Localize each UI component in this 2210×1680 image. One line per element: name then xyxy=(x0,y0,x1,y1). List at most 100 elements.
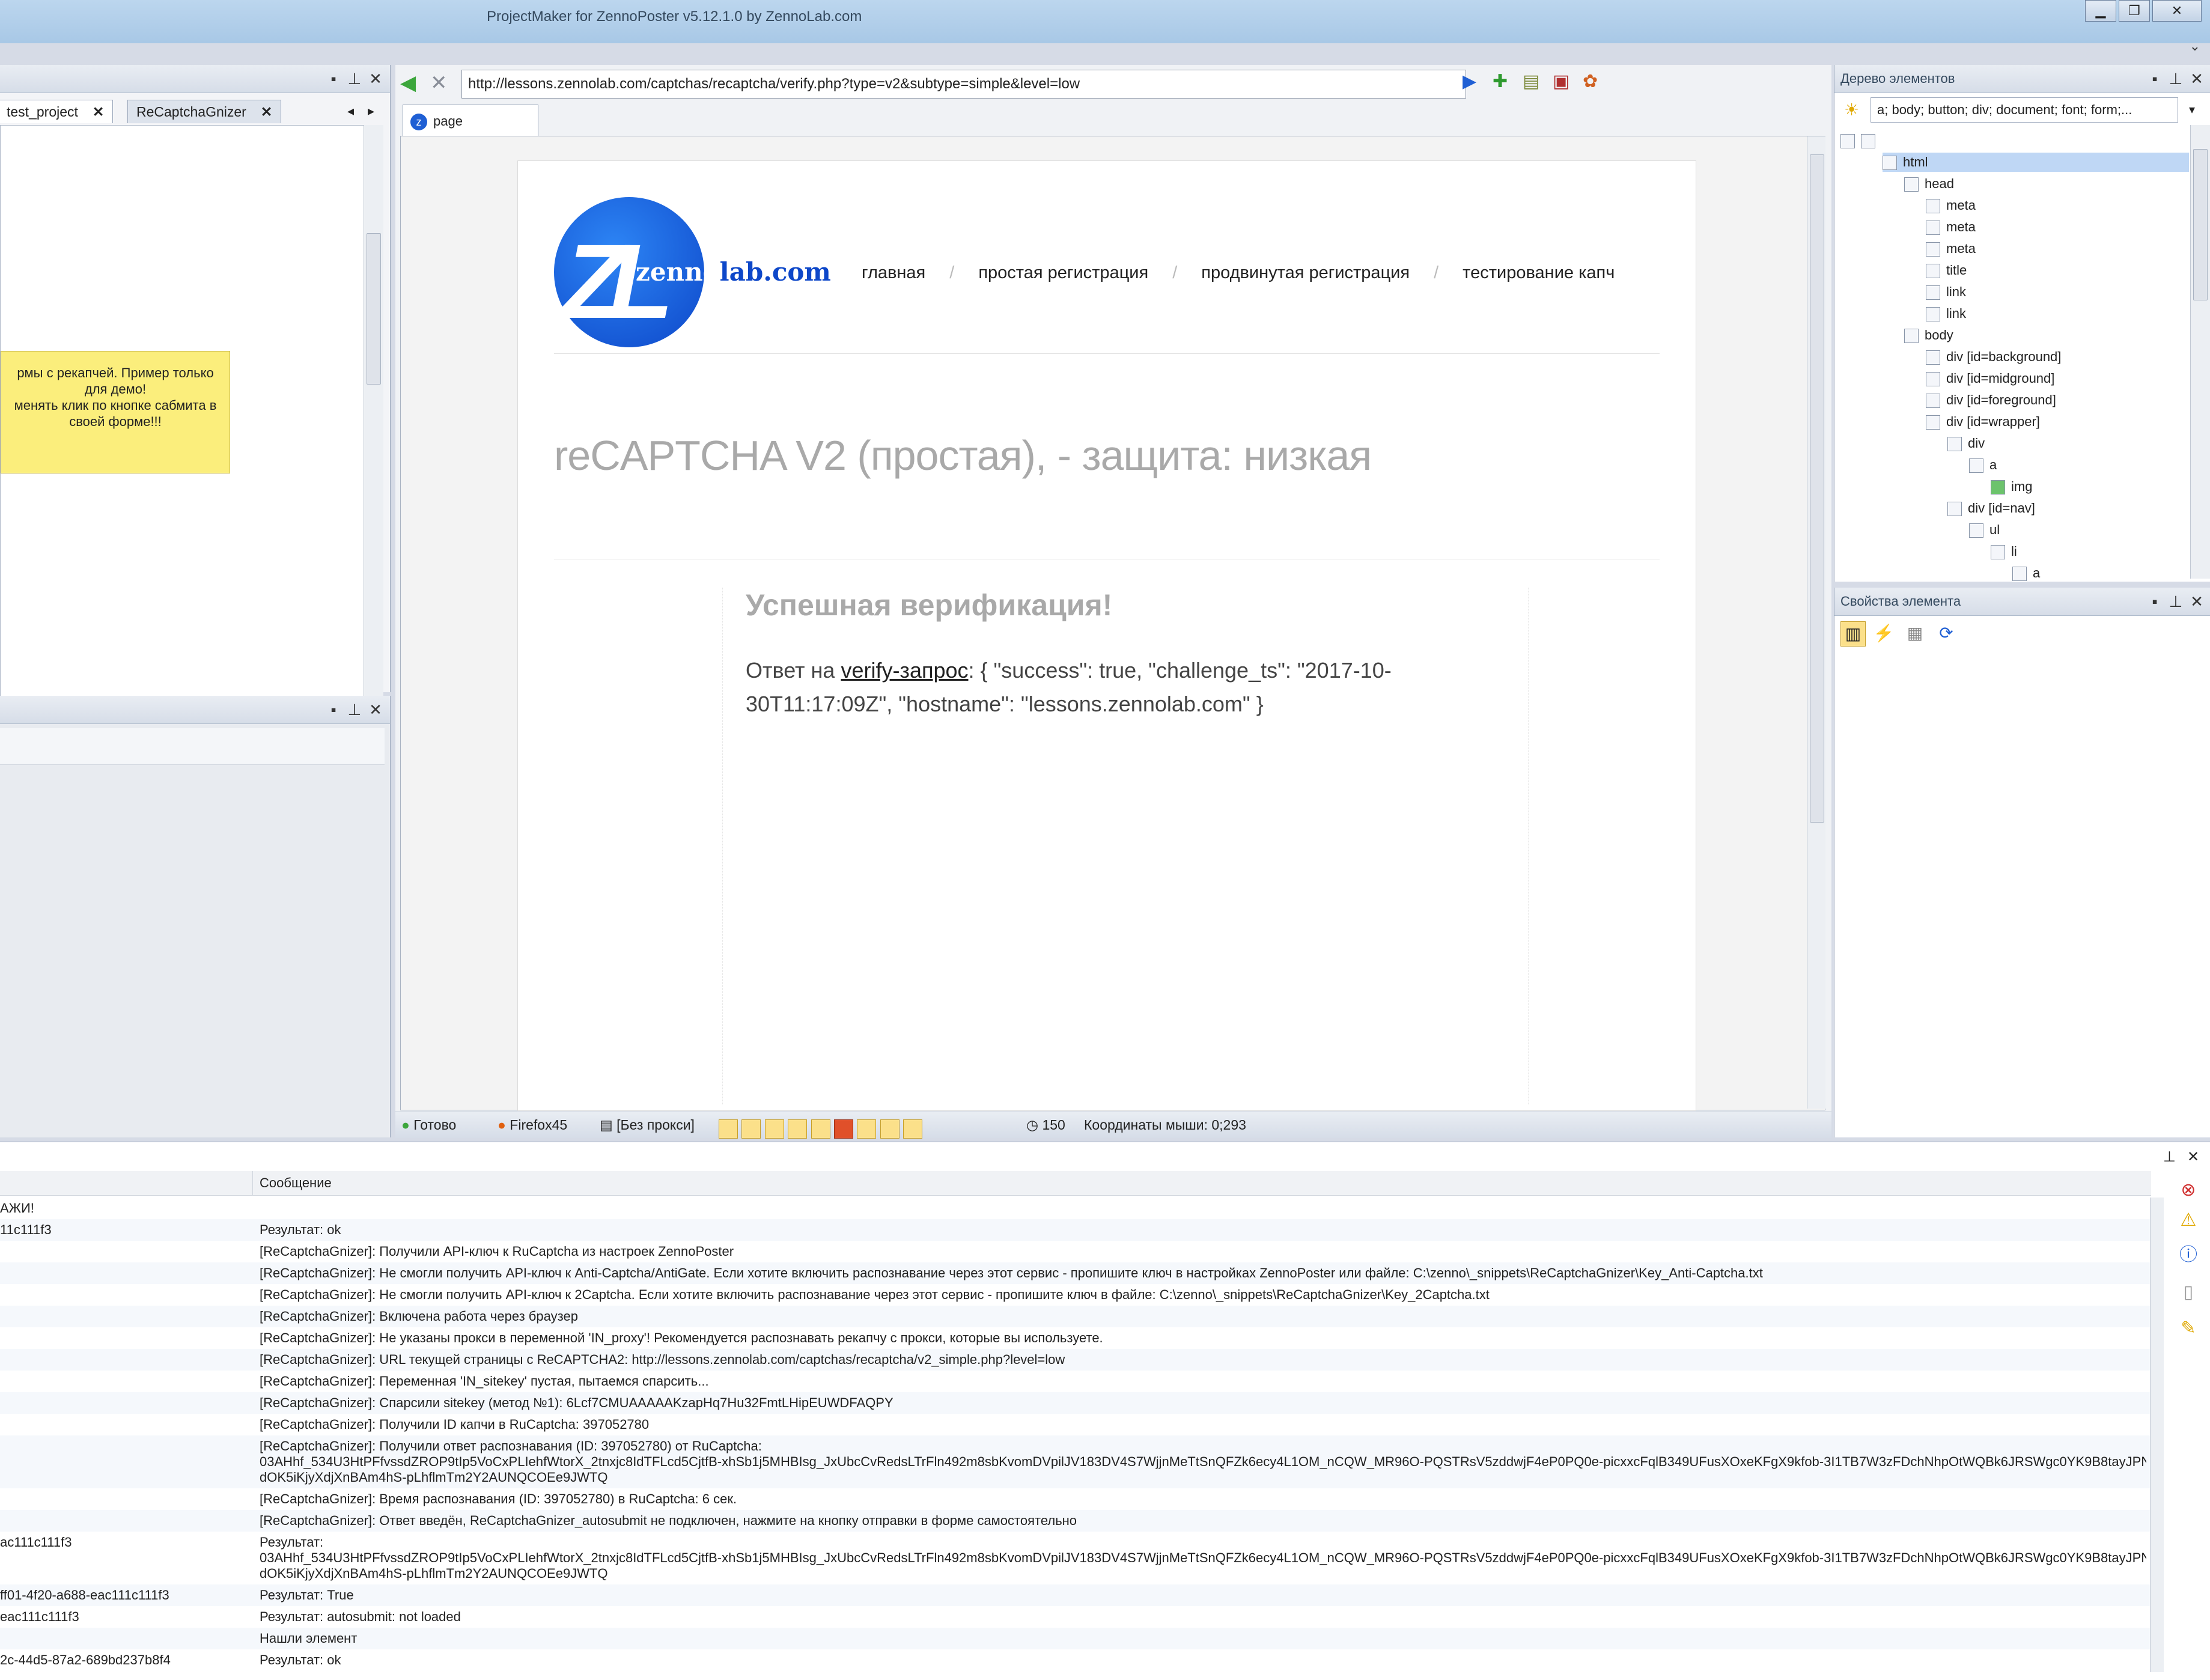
tree-node-ul[interactable]: ul xyxy=(1969,520,2000,540)
activex-toggle-icon[interactable] xyxy=(880,1119,900,1139)
url-input[interactable] xyxy=(461,70,1466,99)
tree-node-link[interactable]: link xyxy=(1926,304,1966,323)
log-row[interactable]: 11c111f3 Результат: ok xyxy=(0,1219,2150,1241)
info-filter-icon[interactable]: ⓘ xyxy=(2176,1240,2200,1266)
close-icon[interactable]: ✕ xyxy=(261,104,272,120)
tree-node-a[interactable]: a xyxy=(2012,564,2040,583)
log-row[interactable]: [ReCaptchaGnizer]: Ответ введён, ReCaptc… xyxy=(0,1510,2150,1532)
scrollbar-thumb[interactable] xyxy=(367,233,381,385)
log-col-source[interactable] xyxy=(0,1171,253,1195)
tree-node-a[interactable]: a xyxy=(1969,455,1997,475)
project-vertical-scrollbar[interactable] xyxy=(364,125,383,738)
pin-icon[interactable]: ⊥ xyxy=(2163,1148,2176,1166)
log-row[interactable]: [ReCaptchaGnizer]: Получили API-ключ к R… xyxy=(0,1241,2150,1262)
verify-link[interactable]: verify-запрос xyxy=(841,658,968,683)
scrollbar-thumb[interactable] xyxy=(1810,154,1824,823)
tab-recaptchagnizer[interactable]: ReCaptchaGnizer ✕ xyxy=(127,100,282,123)
attributes-icon[interactable]: ▦ xyxy=(1903,621,1927,645)
tree-node-html[interactable]: html xyxy=(1883,153,2189,172)
tag-filter-select[interactable]: a; body; button; div; document; font; fo… xyxy=(1871,97,2178,123)
js-toggle-icon[interactable] xyxy=(811,1119,830,1139)
filter-icon[interactable]: ☀ xyxy=(1844,100,1859,120)
tree-node-div[interactable]: div [id=midground] xyxy=(1926,369,2054,388)
restore-button[interactable]: ❐ xyxy=(2119,0,2150,22)
clear-log-icon[interactable]: ✎ xyxy=(2176,1318,2200,1339)
minimize-button[interactable]: ▁ xyxy=(2085,0,2116,22)
go-icon[interactable]: ▶ xyxy=(1463,71,1476,92)
log-row[interactable]: [ReCaptchaGnizer]: Время распознавания (… xyxy=(0,1488,2150,1510)
tree-node-div[interactable]: div [id=background] xyxy=(1926,347,2061,367)
pin-icon[interactable]: ⊥ xyxy=(346,70,364,88)
log-row[interactable]: [ReCaptchaGnizer]: Включена работа через… xyxy=(0,1306,2150,1327)
save-icon[interactable]: ▣ xyxy=(1553,71,1569,92)
log-row[interactable]: [ReCaptchaGnizer]: Не указаны прокси в п… xyxy=(0,1327,2150,1349)
panel-menu-icon[interactable]: ▪ xyxy=(2146,70,2164,88)
settings-icon[interactable]: ✿ xyxy=(1583,71,1598,92)
log-row[interactable]: [ReCaptchaGnizer]: Не смогли получить AP… xyxy=(0,1284,2150,1306)
tree-node-link[interactable]: link xyxy=(1926,282,1966,302)
tree-root-collapse[interactable] xyxy=(1840,131,1881,150)
viewport-vertical-scrollbar[interactable] xyxy=(1807,136,1825,1109)
events-icon[interactable]: ⚡ xyxy=(1872,621,1896,645)
tree-node-body[interactable]: body xyxy=(1904,326,1953,345)
tree-node-head[interactable]: head xyxy=(1904,174,1954,193)
project-canvas[interactable]: рмы с рекапчей. Пример только для демо! … xyxy=(0,125,374,739)
tree-node-meta[interactable]: meta xyxy=(1926,218,1976,237)
log-row[interactable]: [ReCaptchaGnizer]: Не смогли получить AP… xyxy=(0,1262,2150,1284)
back-arrow-icon[interactable]: ◀ xyxy=(400,71,416,95)
log-row[interactable]: ff01-4f20-a688-eac111c111f3 Результат: Tr… xyxy=(0,1584,2150,1606)
pin-icon[interactable]: ⊥ xyxy=(2167,592,2185,611)
tab-test-project[interactable]: test_project ✕ xyxy=(0,100,114,123)
notes-icon[interactable]: ▤ xyxy=(1523,71,1539,92)
nav-link-advanced-registration[interactable]: продвинутая регистрация xyxy=(1201,263,1410,282)
tree-node-title[interactable]: title xyxy=(1926,261,1967,280)
log-row[interactable]: [ReCaptchaGnizer]: Получили ответ распоз… xyxy=(0,1435,2150,1488)
tree-node-div[interactable]: div [id=foreground] xyxy=(1926,391,2056,410)
sticky-note[interactable]: рмы с рекапчей. Пример только для демо! … xyxy=(1,351,230,473)
stop-icon[interactable]: ✕ xyxy=(430,71,448,95)
error-filter-icon[interactable]: ⊗ xyxy=(2176,1179,2200,1201)
log-row[interactable]: АЖИ! xyxy=(0,1198,2150,1219)
tree-node-div[interactable]: div [id=wrapper] xyxy=(1926,412,2040,431)
log-row[interactable]: [ReCaptchaGnizer]: Получили ID капчи в R… xyxy=(0,1414,2150,1435)
log-row[interactable]: [ReCaptchaGnizer]: Переменная 'IN_siteke… xyxy=(0,1371,2150,1392)
panel-close-icon[interactable]: ✕ xyxy=(367,70,385,88)
status-proxy[interactable]: ▤ [Без прокси] xyxy=(600,1112,695,1138)
panel-close-icon[interactable]: ✕ xyxy=(2188,592,2206,611)
tree-node-meta[interactable]: meta xyxy=(1926,196,1976,215)
chevron-down-icon[interactable]: ⌄ xyxy=(2190,38,2200,54)
log-row[interactable]: ac111c111f3 Результат: 03AHhf_534U3HtPFfv… xyxy=(0,1532,2150,1584)
images-toggle-icon[interactable] xyxy=(719,1119,738,1139)
tree-node-div[interactable]: div [id=nav] xyxy=(1947,499,2035,518)
pin-icon[interactable]: ⊥ xyxy=(346,701,364,719)
log-row[interactable]: 2c-44d5-87a2-689bd237b8f4 Результат: ok xyxy=(0,1649,2150,1671)
nav-link-simple-registration[interactable]: простая регистрация xyxy=(978,263,1148,282)
status-browser[interactable]: ● Firefox45 xyxy=(498,1112,567,1138)
tab-scroll-left-icon[interactable]: ◂ xyxy=(347,103,354,119)
warning-filter-icon[interactable]: ⚠ xyxy=(2176,1210,2200,1231)
tree-node-div[interactable]: div xyxy=(1947,434,1985,453)
tab-page[interactable]: z page xyxy=(403,105,538,138)
frames-toggle-icon[interactable] xyxy=(741,1119,761,1139)
panel-close-icon[interactable]: ✕ xyxy=(2188,70,2206,88)
panel-menu-icon[interactable]: ▪ xyxy=(2146,592,2164,611)
log-col-message[interactable]: Сообщение xyxy=(260,1171,332,1195)
panel-menu-icon[interactable]: ▪ xyxy=(324,701,342,719)
tree-vertical-scrollbar[interactable] xyxy=(2190,125,2210,579)
chevron-down-icon[interactable]: ▾ xyxy=(2189,102,2195,117)
plugins-toggle-icon[interactable] xyxy=(857,1119,877,1139)
add-icon[interactable]: ✚ xyxy=(1493,71,1508,92)
panel-close-icon[interactable]: ✕ xyxy=(367,701,385,719)
tree-node-meta[interactable]: meta xyxy=(1926,239,1976,258)
scroll-lock-icon[interactable]: ▯ xyxy=(2176,1282,2200,1303)
close-icon[interactable]: ✕ xyxy=(93,104,104,120)
panel-menu-icon[interactable]: ▪ xyxy=(324,70,342,88)
popup-toggle-icon[interactable] xyxy=(788,1119,808,1139)
panel-close-icon[interactable]: ✕ xyxy=(2187,1148,2199,1166)
flash-toggle-icon[interactable] xyxy=(833,1119,853,1139)
properties-view-icon[interactable]: ▥ xyxy=(1840,621,1866,647)
log-vertical-scrollbar[interactable] xyxy=(2150,1198,2164,1672)
tab-scroll-right-icon[interactable]: ▸ xyxy=(368,103,374,119)
nav-link-captcha-testing[interactable]: тестирование капч xyxy=(1463,263,1615,282)
tree-node-li[interactable]: li xyxy=(1991,542,2017,561)
